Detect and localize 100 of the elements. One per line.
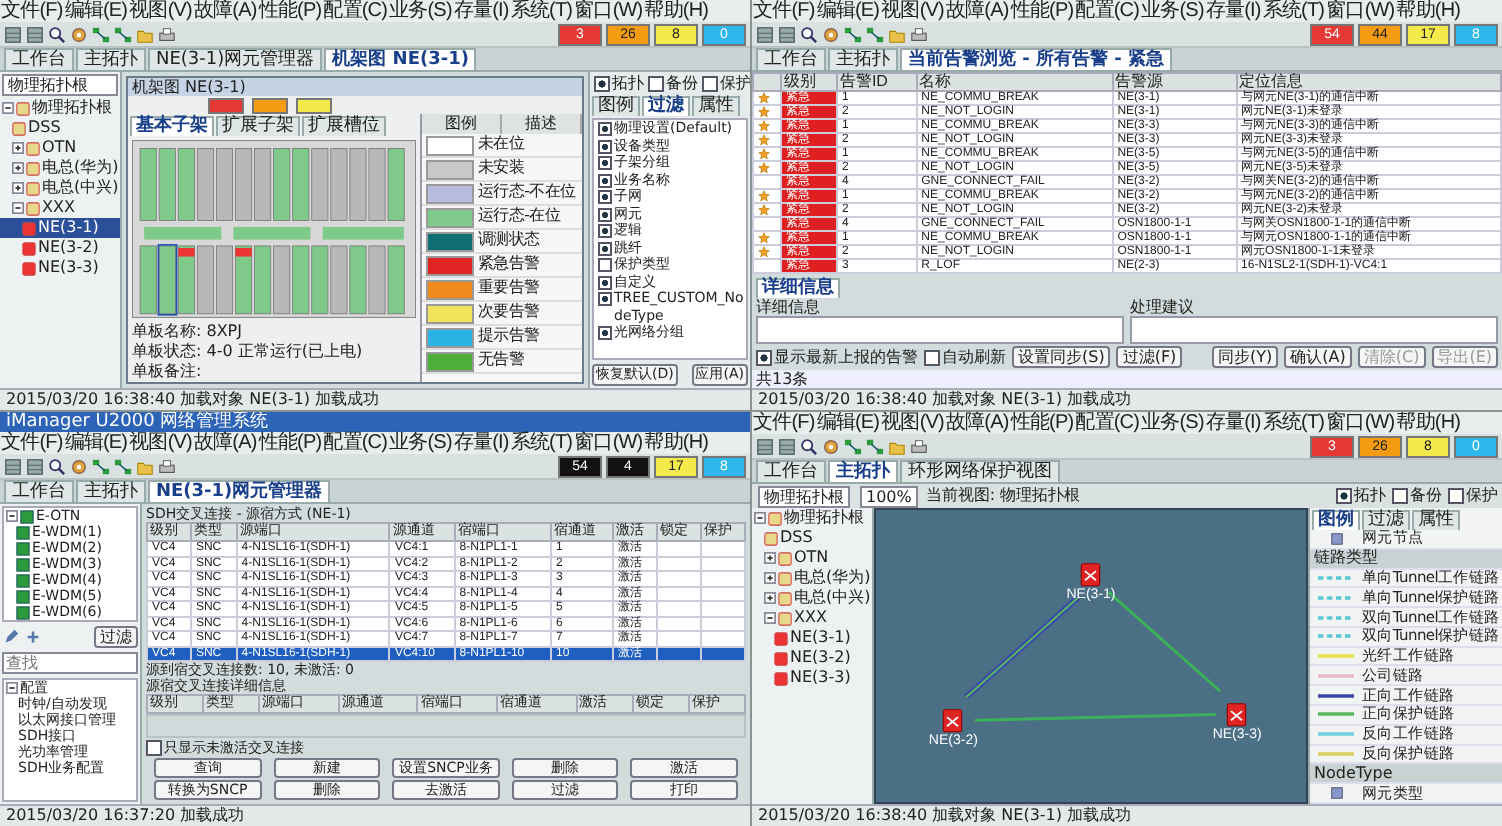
menu-item[interactable]: 存量(I) [1204,0,1262,22]
checkbox[interactable] [598,292,612,306]
menu-item[interactable]: 配置(C) [322,432,389,454]
tree-item[interactable]: OTN [0,138,120,158]
checkbox[interactable] [598,190,612,204]
menu-item[interactable]: 系统(T) [509,432,574,454]
tab[interactable]: 工作台 [4,480,74,502]
checkbox[interactable] [598,258,612,272]
menu-item[interactable]: 性能(P) [257,0,323,22]
menu-item[interactable]: 帮助(H) [1395,0,1462,22]
printer-icon[interactable] [910,25,928,43]
minus-icon[interactable] [6,510,18,522]
grid-icon[interactable] [26,25,44,43]
tree-item[interactable]: NE(3-1) [752,628,872,648]
minus-icon[interactable] [6,682,18,694]
checkbox[interactable] [598,139,612,153]
menu-item[interactable]: 业务(S) [388,0,453,22]
tab[interactable]: 主拓扑 [76,480,146,502]
button[interactable]: 过滤(F) [1116,346,1183,368]
column-header[interactable]: 告警源 [1112,73,1237,91]
network-element-icon[interactable] [942,708,965,734]
menu-item[interactable]: 存量(I) [1204,412,1262,434]
tree-item[interactable]: 电总(华为) [0,158,120,178]
tab[interactable]: 主拓扑 [828,48,898,70]
gear-icon[interactable] [822,25,840,43]
minus-icon[interactable] [764,612,776,624]
tab[interactable]: NE(3-1)网元管理器 [148,480,331,502]
tab[interactable]: NE(3-1)网元管理器 [148,48,323,70]
tree-item[interactable]: OTN [752,548,872,568]
plus-icon[interactable] [764,592,776,604]
grid-icon[interactable] [26,457,44,475]
network-icon[interactable] [844,25,862,43]
menu-item[interactable]: 编辑(E) [815,0,881,22]
menu-item[interactable]: 存量(I) [452,432,510,454]
checkbox[interactable] [924,349,940,365]
tab[interactable]: 图例 [592,96,640,116]
tab[interactable]: 工作台 [4,48,74,70]
menu-item[interactable]: 性能(P) [257,432,323,454]
tab[interactable]: 主拓扑 [828,460,898,482]
menu-item[interactable]: 业务(S) [388,432,453,454]
search-icon[interactable] [48,25,66,43]
tree-item[interactable]: XXX [752,608,872,628]
network-icon[interactable] [114,25,132,43]
search-field[interactable]: 查找 [2,652,138,674]
minus-icon[interactable] [754,512,766,524]
menu-item[interactable]: 视图(V) [880,412,945,434]
grid-icon[interactable] [4,457,22,475]
network-icon[interactable] [844,437,862,455]
tab[interactable]: 机架图 NE(3-1) [324,48,477,70]
plus-icon[interactable] [764,552,776,564]
button[interactable]: 过滤 [94,626,138,648]
tree-item[interactable]: XXX [0,198,120,218]
printer-icon[interactable] [910,437,928,455]
button[interactable]: 设置同步(S) [1012,346,1111,368]
network-icon[interactable] [866,437,884,455]
tree-item[interactable]: NE(3-2) [0,238,120,258]
search-icon[interactable] [800,437,818,455]
menu-item[interactable]: 业务(S) [1140,412,1205,434]
menu-item[interactable]: 编辑(E) [63,432,129,454]
tab[interactable]: 图例 [1312,510,1360,530]
checkbox[interactable] [1392,488,1408,504]
checkbox[interactable] [598,241,612,255]
checkbox[interactable] [598,156,612,170]
column-header[interactable]: 告警ID [836,73,917,91]
button[interactable]: 确认(A) [1284,346,1352,368]
checkbox[interactable] [648,75,664,91]
checkbox[interactable] [594,75,610,91]
tree-item[interactable]: NE(3-1) [0,218,120,238]
alarm-indicator[interactable] [208,97,244,113]
tree-item[interactable]: 电总(中兴) [752,588,872,608]
network-icon[interactable] [866,25,884,43]
tab[interactable]: 扩展槽位 [302,116,386,136]
tab[interactable]: 扩展子架 [216,116,300,136]
menu-item[interactable]: 配置(C) [1074,412,1141,434]
tab[interactable]: 环形网络保护视图 [900,460,1060,482]
checkbox[interactable] [756,349,772,365]
grid-icon[interactable] [4,25,22,43]
view-selector[interactable]: 物理拓扑根 [2,74,118,96]
menu-item[interactable]: 视图(V) [880,0,945,22]
tree-item[interactable]: NE(3-3) [752,668,872,688]
menu-item[interactable]: 帮助(H) [643,0,710,22]
network-icon[interactable] [92,457,110,475]
grid-icon[interactable] [756,437,774,455]
grid-icon[interactable] [756,25,774,43]
plus-icon[interactable] [764,572,776,584]
tab[interactable]: 过滤 [1362,510,1410,530]
button[interactable]: 同步(Y) [1212,346,1279,368]
plus-icon[interactable] [12,142,24,154]
tab[interactable]: 工作台 [756,48,826,70]
tab[interactable]: 工作台 [756,460,826,482]
pencil-icon[interactable] [2,628,20,646]
column-header[interactable]: 定位信息 [1236,73,1501,91]
printer-icon[interactable] [158,457,176,475]
tab[interactable]: 当前告警浏览 - 所有告警 - 紧急 [900,48,1173,70]
menu-item[interactable]: 窗口(W) [573,432,644,454]
alarm-indicator[interactable] [252,97,288,113]
checkbox[interactable] [1336,488,1352,504]
network-icon[interactable] [114,457,132,475]
gear-icon[interactable] [70,25,88,43]
tree-item[interactable]: 电总(中兴) [0,178,120,198]
